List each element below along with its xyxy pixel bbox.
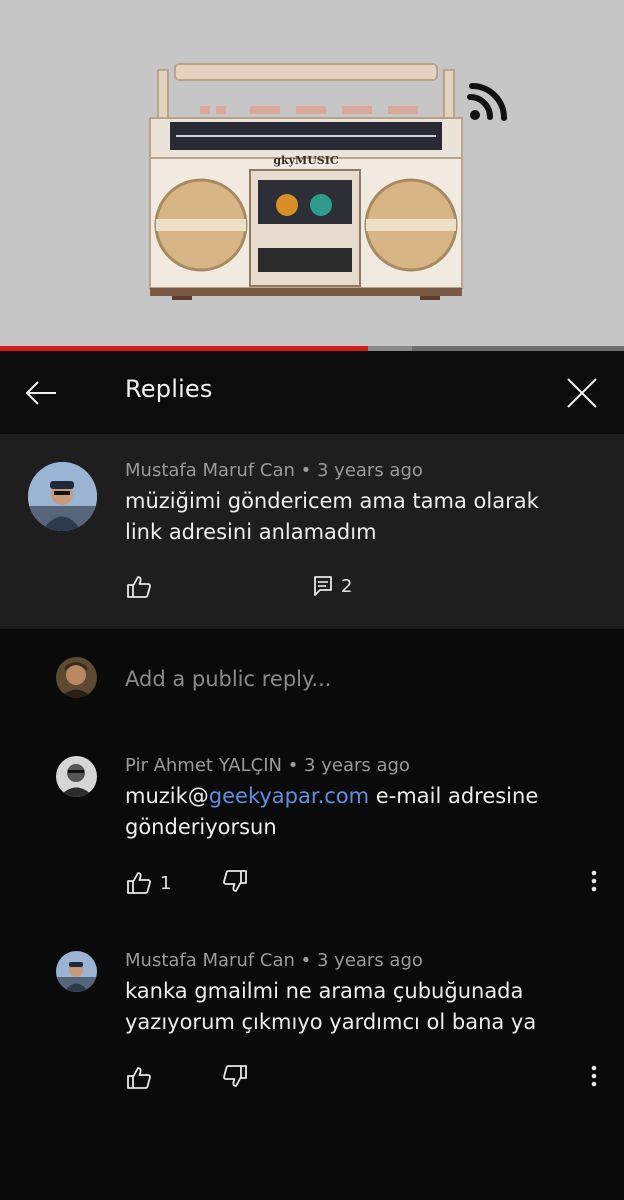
video-player[interactable]: gkyMUSIC [0, 0, 624, 348]
thumbs-down-icon [223, 870, 247, 892]
comment-text-line: yazıyorum çıkmıyo yardımcı ol bana ya [125, 1010, 537, 1034]
rss-icon [467, 83, 507, 121]
avatar-image [28, 462, 97, 531]
reply-count: 2 [341, 575, 353, 597]
replies-header: Replies [0, 351, 624, 434]
thumbs-up-icon [127, 1067, 151, 1089]
avatar-image [56, 951, 97, 992]
view-replies-button[interactable]: 2 [313, 575, 352, 597]
current-user-avatar [56, 657, 97, 698]
brand-label: gkyMUSIC [273, 154, 339, 167]
avatar[interactable] [56, 756, 97, 797]
avatar[interactable] [56, 951, 97, 992]
email-suffix: e-mail adresine [369, 784, 539, 808]
author-name[interactable]: Pir Ahmet YALÇIN [125, 755, 282, 776]
like-button[interactable]: 1 [126, 871, 171, 895]
avatar[interactable] [28, 462, 97, 531]
thumbs-up-icon [127, 576, 151, 598]
comment-text-line: muzik@geekyapar.com e-mail adresine [125, 781, 538, 812]
dislike-button[interactable] [222, 869, 248, 893]
author-name[interactable]: Mustafa Maruf Can [125, 950, 295, 971]
thumbs-up-icon [127, 872, 151, 894]
page-title: Replies [125, 375, 213, 403]
add-reply-input[interactable]: Add a public reply... [125, 667, 331, 691]
more-vert-icon [591, 1065, 597, 1087]
comment-text-line: link adresini anlamadım [125, 520, 377, 544]
parent-comment: Mustafa Maruf Can • 3 years ago müziğimi… [0, 434, 624, 629]
comment-icon [314, 576, 332, 596]
comment-text-line: kanka gmailmi ne arama çubuğunada [125, 979, 524, 1003]
email-link[interactable]: geekyapar.com [209, 784, 369, 808]
like-button[interactable] [126, 1066, 152, 1090]
back-button[interactable] [24, 375, 60, 411]
like-count: 1 [160, 872, 172, 894]
avatar-image [56, 657, 97, 698]
dislike-button[interactable] [222, 1064, 248, 1088]
timestamp: 3 years ago [317, 950, 423, 971]
comment-text-line: gönderiyorsun [125, 815, 277, 839]
author-name[interactable]: Mustafa Maruf Can [125, 460, 295, 481]
thumbs-down-icon [223, 1065, 247, 1087]
close-icon [567, 378, 597, 408]
comment-meta: Pir Ahmet YALÇIN • 3 years ago [125, 755, 410, 776]
timestamp: 3 years ago [304, 755, 410, 776]
avatar-image [56, 756, 97, 797]
comment-meta: Mustafa Maruf Can • 3 years ago [125, 950, 423, 971]
comment-text-line: müziğimi göndericem ama tama olarak [125, 489, 539, 513]
close-button[interactable] [564, 375, 600, 411]
arrow-left-icon [25, 381, 56, 405]
like-button[interactable] [126, 575, 152, 599]
more-options-button[interactable] [584, 1063, 604, 1091]
timestamp: 3 years ago [317, 460, 423, 481]
boombox-illustration: gkyMUSIC [149, 63, 507, 300]
comment-meta: Mustafa Maruf Can • 3 years ago [125, 460, 423, 481]
more-options-button[interactable] [584, 868, 604, 896]
more-vert-icon [591, 870, 597, 892]
email-prefix: muzik@ [125, 784, 209, 808]
